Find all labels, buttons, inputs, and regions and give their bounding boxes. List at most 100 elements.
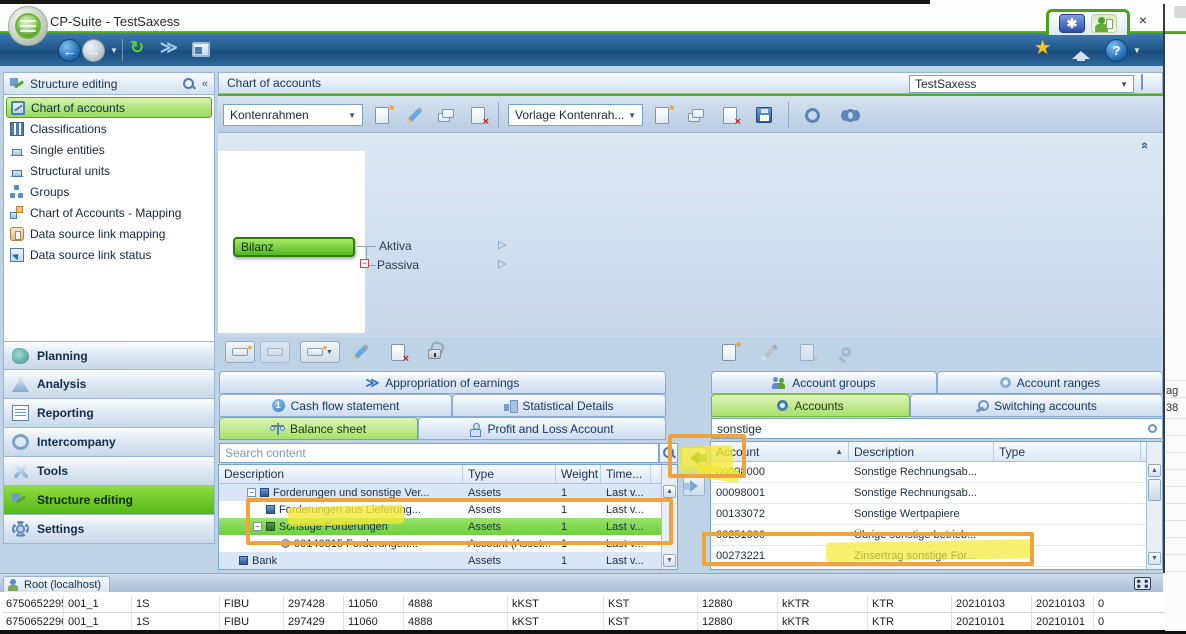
chart-frame-dropdown[interactable]: Kontenrahmen ▼ [223, 104, 363, 126]
expand-passiva-icon[interactable]: ▷ [498, 257, 506, 270]
table-row[interactable]: Bank Assets 1 Last v... [219, 552, 677, 569]
root-connection-tab[interactable]: Root (localhost) [3, 576, 110, 593]
filter-flower-icon[interactable] [1148, 424, 1157, 433]
link-account-button[interactable] [832, 340, 860, 364]
sidebar-item-data-source-link-status[interactable]: Data source link status [6, 244, 212, 265]
sidebar-item-coa-mapping[interactable]: Chart of Accounts - Mapping [6, 202, 212, 223]
nav-item-reporting[interactable]: Reporting [3, 399, 215, 428]
tree-node-aktiva[interactable]: Aktiva [379, 239, 412, 253]
add-position-button[interactable]: * [225, 341, 255, 363]
collapse-panel-icon[interactable]: « [1138, 142, 1153, 149]
restore-icon[interactable] [1134, 577, 1151, 590]
nav-item-tools[interactable]: Tools [3, 457, 215, 486]
user-session-icon[interactable] [1091, 14, 1117, 33]
refresh-icon[interactable]: ↻ [130, 38, 144, 58]
delete-template-button[interactable]: × [716, 103, 744, 127]
right-table-scrollbar[interactable]: ▲ ▼ [1146, 442, 1162, 569]
copy-template-button[interactable] [682, 103, 710, 127]
star-icon[interactable]: ★ [1035, 38, 1050, 58]
collapse-node-icon[interactable]: − [247, 488, 256, 497]
edit-chart-button[interactable] [400, 103, 428, 127]
tab-statistical-details[interactable]: Statistical Details [452, 394, 666, 417]
sidebar-module-list: Chart of accounts Classifications Single… [3, 95, 215, 341]
column-type[interactable]: Type [463, 465, 556, 483]
copy-chart-button[interactable] [432, 103, 460, 127]
tab-balance-sheet[interactable]: Balance sheet [219, 417, 418, 440]
client-selector-dropdown[interactable]: TestSaxess ▼ [909, 75, 1134, 93]
row-time: Last v... [601, 555, 651, 567]
nav-item-structure-editing[interactable]: Structure editing [3, 486, 215, 515]
tree-node-bilanz[interactable]: Bilanz [233, 237, 355, 257]
sidebar-item-single-entities[interactable]: Single entities [6, 139, 212, 160]
services-gear-icon[interactable]: ✱ [1059, 14, 1085, 33]
scroll-down-icon[interactable]: ▼ [663, 554, 676, 567]
table-row[interactable]: 00098000 Sonstige Rechnungsab... [711, 462, 1162, 483]
scroll-up-icon[interactable]: ▲ [1148, 464, 1161, 477]
delete-chart-button[interactable]: × [464, 103, 492, 127]
fast-forward-icon[interactable]: ≫ [160, 38, 178, 58]
new-account-button[interactable]: * [715, 340, 743, 364]
client-detail-button[interactable] [1141, 75, 1157, 93]
add-node-menu-button[interactable]: *▼ [300, 341, 340, 363]
sidebar-item-label: Structural units [30, 164, 110, 178]
sidebar-item-classifications[interactable]: Classifications [6, 118, 212, 139]
history-caret-icon[interactable]: ▼ [110, 46, 118, 55]
unlock-button[interactable] [420, 338, 448, 362]
tree-node-passiva[interactable]: Passiva [377, 258, 419, 272]
content-search-input[interactable] [220, 444, 658, 462]
help-caret-icon[interactable]: ▼ [1133, 46, 1141, 55]
column-weight[interactable]: Weight [556, 465, 601, 483]
nav-item-planning[interactable]: Planning [3, 341, 215, 370]
delete-position-button[interactable]: × [384, 340, 412, 364]
new-chart-button[interactable]: * [368, 103, 396, 127]
sidebar-collapse-icon[interactable]: « [202, 78, 208, 90]
accounts-search-input[interactable] [712, 419, 1148, 438]
tab-accounts[interactable]: Accounts [711, 394, 910, 417]
scroll-up-icon[interactable]: ▲ [663, 485, 676, 498]
help-icon[interactable]: ? [1105, 39, 1128, 62]
expand-aktiva-icon[interactable]: ▷ [498, 238, 506, 251]
tab-account-ranges[interactable]: Account ranges [937, 371, 1163, 394]
sidebar-header-label: Structure editing [30, 77, 117, 91]
forward-button[interactable]: → [82, 39, 105, 62]
sidebar-item-label: Chart of Accounts - Mapping [30, 206, 181, 220]
table-row[interactable]: 00133072 Sonstige Wertpapiere [711, 504, 1162, 525]
page-title: Chart of accounts [227, 76, 321, 90]
scroll-down-icon[interactable]: ▼ [1148, 552, 1161, 565]
column-description[interactable]: Description [219, 465, 463, 483]
sidebar-item-data-source-link-mapping[interactable]: Data source link mapping [6, 223, 212, 244]
layout-icon[interactable] [192, 42, 210, 57]
ring-view-button[interactable] [798, 103, 826, 127]
edit-account-button[interactable] [755, 340, 783, 364]
delete-account-button[interactable]: × [793, 340, 821, 364]
edit-position-button[interactable] [346, 340, 374, 364]
ring-compare-button[interactable] [836, 103, 864, 127]
tree-collapse-icon[interactable]: − [360, 259, 369, 268]
tab-cash-flow-statement[interactable]: 1 Cash flow statement [219, 394, 452, 417]
table-row[interactable]: 00000000 Sonstige betrieblich... [711, 567, 1162, 570]
remove-account-right-button[interactable] [683, 476, 705, 496]
tab-account-groups[interactable]: Account groups [711, 371, 937, 394]
tab-appropriation-of-earnings[interactable]: ≫ Appropriation of earnings [219, 371, 666, 394]
sidebar-item-chart-of-accounts[interactable]: Chart of accounts [6, 97, 212, 118]
nav-item-analysis[interactable]: Analysis [3, 370, 215, 399]
sidebar-search-icon[interactable] [182, 77, 196, 91]
tab-profit-and-loss[interactable]: Profit and Loss Account [418, 417, 666, 440]
save-button[interactable] [750, 103, 778, 127]
nav-item-settings[interactable]: Settings [3, 515, 215, 544]
sidebar-item-groups[interactable]: Groups [6, 181, 212, 202]
new-template-button[interactable]: * [648, 103, 676, 127]
template-dropdown[interactable]: Vorlage Kontenrah... ▼ [508, 104, 643, 126]
nav-item-intercompany[interactable]: Intercompany [3, 428, 215, 457]
sidebar-item-structural-units[interactable]: Structural units [6, 160, 212, 181]
add-sub-position-button[interactable] [260, 341, 290, 363]
close-button[interactable]: × [1128, 12, 1158, 30]
tab-switching-accounts[interactable]: Switching accounts [910, 394, 1163, 417]
table-row[interactable]: 00098001 Sonstige Rechnungsab... [711, 483, 1162, 504]
scrollbar-thumb[interactable] [1148, 479, 1161, 501]
column-description[interactable]: Description [849, 442, 994, 461]
column-type[interactable]: Type [994, 442, 1141, 461]
back-button[interactable]: ← [58, 39, 81, 62]
column-time[interactable]: Time... [601, 465, 651, 483]
home-icon[interactable] [1077, 54, 1085, 61]
